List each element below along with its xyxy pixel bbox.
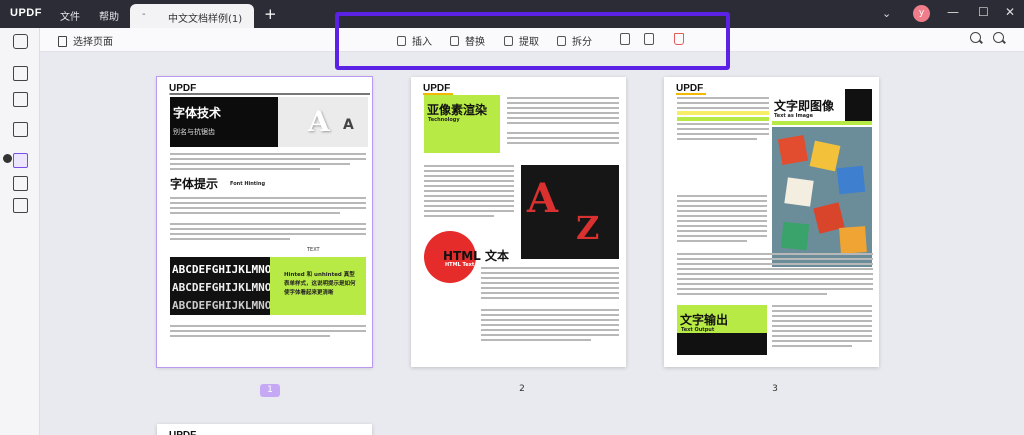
page-thumbnail-1[interactable]: UPDF 字体技术 别名与抗锯齿 A A 字体提示 Font Hinting T…	[156, 76, 373, 368]
page-thumbnail-3[interactable]: UPDF 文字即图像 Text as Image 文字输出 Text Outpu…	[664, 77, 879, 367]
rule	[170, 93, 370, 95]
organize-pages-icon[interactable]	[13, 153, 28, 168]
highlight-annotation-box	[335, 12, 730, 70]
menu-help[interactable]: 帮助	[99, 8, 119, 23]
letter-tiles-image	[772, 127, 872, 267]
batch-icon[interactable]	[13, 198, 28, 213]
page-number-2[interactable]: 2	[512, 384, 532, 394]
app-logo: UPDF	[10, 7, 42, 19]
close-window-icon[interactable]: ✕	[1005, 5, 1015, 19]
page-heading: 字体技术	[173, 106, 222, 120]
3d-letter-image: A A	[278, 97, 368, 147]
page-brand: UPDF	[676, 83, 707, 95]
page-number-1[interactable]: 1	[260, 384, 280, 397]
section-heading: 字体提示	[170, 177, 219, 191]
output-title: 文字输出	[680, 313, 729, 327]
left-sidebar	[0, 28, 40, 435]
zoom-in-icon[interactable]	[993, 32, 1004, 43]
document-tab[interactable]: - 中文文档样例(1)	[130, 4, 254, 28]
read-icon[interactable]	[13, 66, 28, 81]
hinting-sample-image: ABCDEFGHIJKLMNO ABCDEFGHIJKLMNO ABCDEFGH…	[170, 257, 270, 315]
page-thumbnail-4[interactable]: UPDF	[157, 424, 372, 435]
html-subtitle: HTML Text	[445, 262, 475, 268]
zoom-out-icon[interactable]	[970, 32, 981, 43]
select-page-button[interactable]: 选择页面	[58, 33, 113, 48]
tab-title: 中文文档样例(1)	[168, 14, 243, 25]
highlighted-text	[677, 117, 769, 121]
convert-icon[interactable]	[13, 176, 28, 191]
minimize-icon[interactable]: —	[947, 5, 959, 19]
edit-icon[interactable]	[13, 122, 28, 137]
page-thumbnail-2[interactable]: UPDF 亚像素渲染 Technology A Z HTML 文本 HTML T…	[411, 77, 626, 367]
page-number-3[interactable]: 3	[765, 384, 785, 394]
page-heading: 亚像素渲染	[427, 103, 488, 117]
page-brand: UPDF	[169, 430, 196, 435]
highlighted-text	[677, 111, 769, 115]
section-subheading: Font Hinting	[230, 181, 266, 187]
page-brand: UPDF	[423, 83, 454, 95]
panel-toggle-icon[interactable]	[13, 34, 28, 49]
green-callout: Hinted 和 unhinted 真型表单样式，这说明提示是如何使字体看起来更…	[270, 257, 366, 315]
subpixel-letters-image: A Z	[521, 165, 619, 259]
chevron-down-icon[interactable]: ⌄	[882, 7, 891, 20]
page-subheading: Text as Image	[774, 113, 813, 119]
caption: TEXT	[307, 247, 320, 253]
page-subheading: 别名与抗锯齿	[173, 128, 215, 136]
collapse-handle-icon[interactable]	[3, 154, 12, 163]
page-subheading: Technology	[428, 117, 460, 123]
maximize-icon[interactable]: ☐	[978, 5, 989, 19]
tab-minus-icon[interactable]: -	[142, 9, 146, 20]
comment-icon[interactable]	[13, 92, 28, 107]
page-heading: 文字即图像	[774, 99, 835, 113]
menu-file[interactable]: 文件	[60, 8, 80, 23]
page-icon	[58, 36, 67, 47]
user-avatar[interactable]: y	[913, 5, 930, 22]
select-page-label: 选择页面	[73, 37, 113, 48]
add-tab-button[interactable]: +	[264, 5, 277, 23]
